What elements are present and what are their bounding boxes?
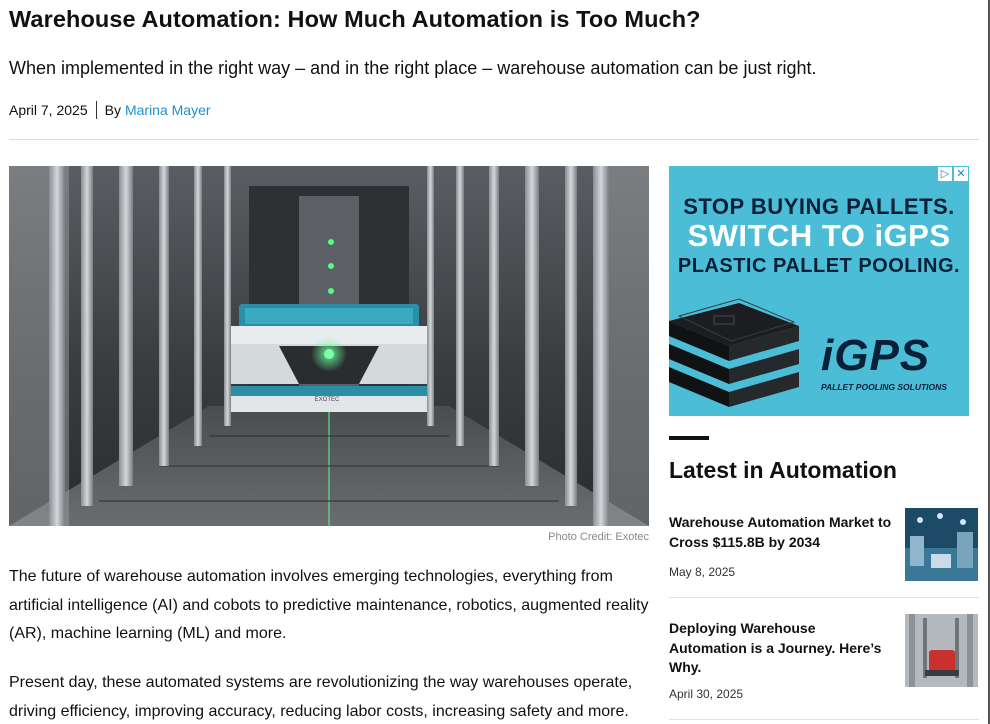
ad-tagline: PALLET POOLING SOLUTIONS	[821, 382, 947, 392]
photo-credit: Photo Credit: Exotec	[548, 531, 649, 543]
sidebar-title: Latest in Automation	[669, 457, 897, 483]
latest-article-thumbnail[interactable]	[905, 614, 978, 687]
card-divider	[669, 597, 979, 598]
meta-separator	[95, 101, 97, 119]
robot-brand-label: EXOTEC	[315, 397, 340, 403]
article-paragraph: The future of warehouse automation invol…	[9, 568, 649, 642]
card-divider	[669, 719, 979, 720]
advertisement-banner[interactable]: ▷ ✕ STOP BUYING PALLETS. SWITCH TO iGPS …	[669, 166, 969, 416]
hero-image: EXOTEC	[9, 166, 649, 526]
latest-article-thumbnail[interactable]	[905, 508, 978, 581]
author-link[interactable]: Marina Mayer	[125, 102, 211, 118]
publish-date: April 7, 2025	[9, 102, 88, 118]
article-meta: April 7, 2025 By Marina Mayer	[9, 101, 211, 119]
latest-article-title[interactable]: Deploying Warehouse Automation is a Jour…	[669, 619, 895, 678]
article-subtitle: When implemented in the right way – and …	[9, 58, 817, 78]
section-accent-bar	[669, 436, 709, 440]
robot-thumbnail-illustration	[905, 614, 978, 687]
article-title: Warehouse Automation: How Much Automatio…	[9, 6, 701, 32]
latest-article-date: April 30, 2025	[669, 687, 744, 701]
by-label: By	[104, 102, 121, 118]
header-divider	[9, 139, 979, 140]
ad-brand-logo: iGPS	[821, 331, 931, 380]
latest-article-date: May 8, 2025	[669, 565, 736, 579]
warehouse-robot-illustration: EXOTEC	[9, 166, 649, 526]
warehouse-thumbnail-illustration	[905, 508, 978, 581]
article-paragraph: Present day, these automated systems are…	[9, 674, 633, 720]
latest-article-title[interactable]: Warehouse Automation Market to Cross $11…	[669, 513, 895, 552]
